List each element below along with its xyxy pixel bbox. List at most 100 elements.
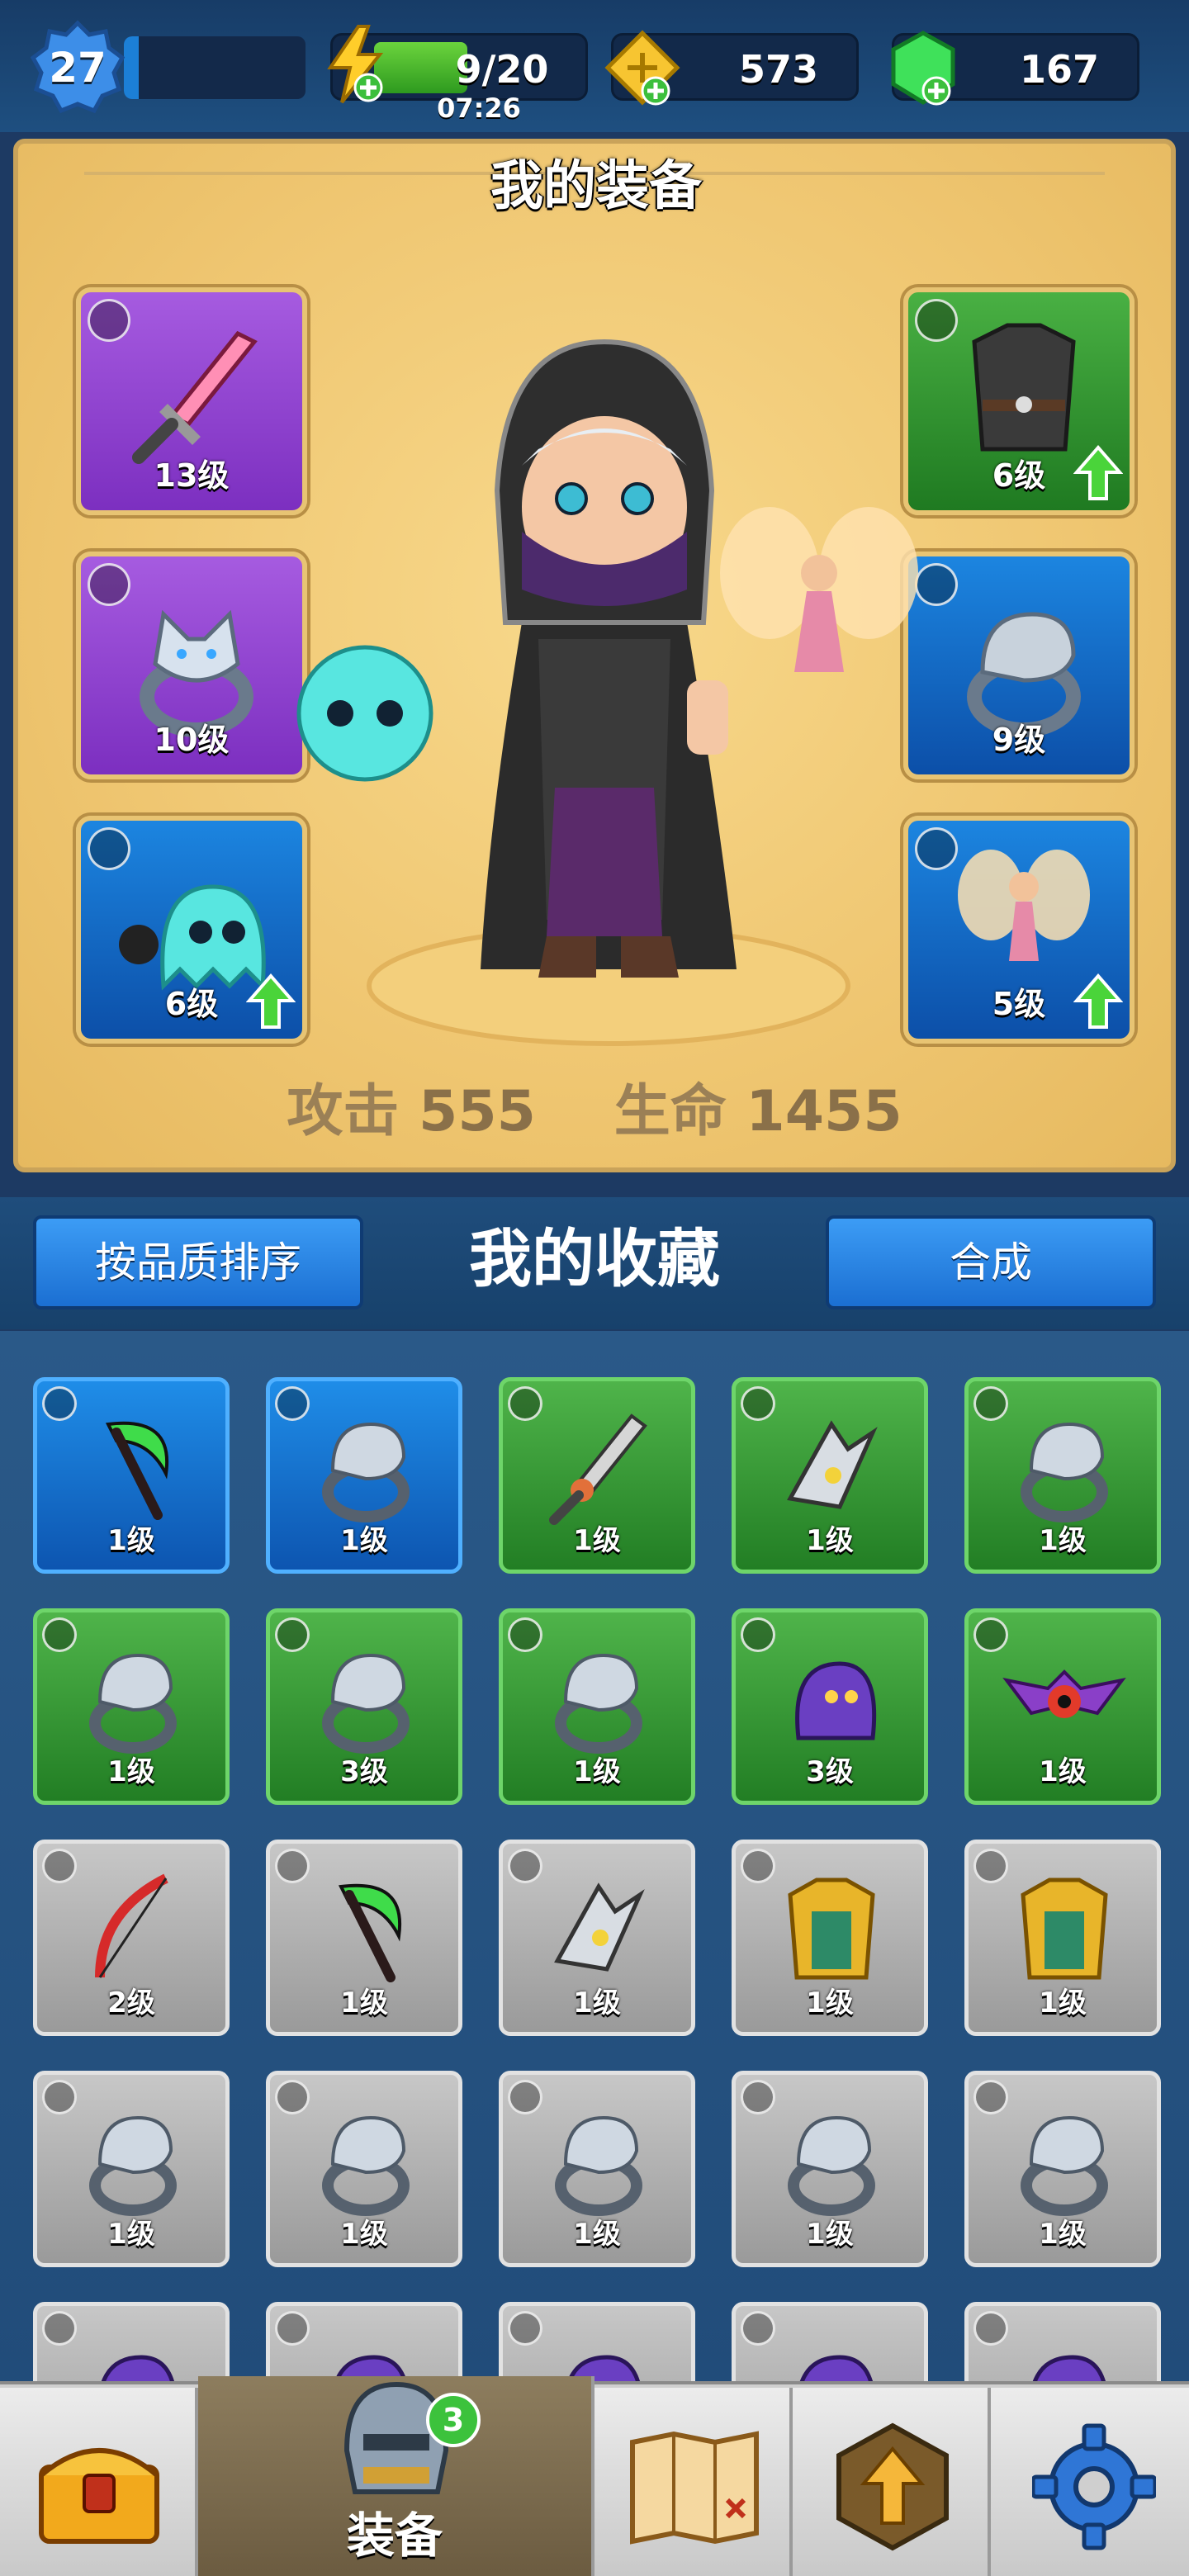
armor-icon (998, 1862, 1130, 1994)
collection-item[interactable]: 1级 (964, 2071, 1161, 2267)
collection-item[interactable] (266, 2302, 462, 2388)
attack-value: 555 (419, 1079, 536, 1144)
shuriken-icon (765, 1399, 898, 1532)
sword-icon (533, 1399, 665, 1532)
pet-icon (998, 2324, 1130, 2388)
ring-icon (533, 1631, 665, 1763)
slot-level: 9级 (992, 722, 1046, 758)
item-level: 1级 (340, 1524, 388, 1557)
nav-tab-map[interactable] (594, 2388, 793, 2576)
slot-weapon[interactable]: 13级 (76, 287, 307, 515)
equipment-title: 我的装备 (490, 156, 702, 217)
ring-icon (998, 2093, 1130, 2225)
collection-item[interactable]: 3级 (266, 1608, 462, 1805)
hp-value: 1455 (746, 1079, 902, 1144)
bow-icon (67, 1862, 199, 1994)
slot-level: 6级 (164, 986, 219, 1022)
item-level: 1级 (806, 2218, 854, 2251)
armor-icon (765, 1862, 898, 1994)
collection-item[interactable] (732, 2302, 928, 2388)
nav-tab-shop[interactable] (0, 2388, 198, 2576)
collection-item[interactable]: 2级 (33, 1840, 230, 2036)
collection-title: 我的收藏 (469, 1222, 720, 1295)
gold-value: 573 (738, 47, 819, 92)
collection-item[interactable]: 1级 (499, 1377, 695, 1574)
item-level: 1级 (1039, 1524, 1087, 1557)
collection-item[interactable]: 1级 (964, 1608, 1161, 1805)
player-level-badge[interactable]: 27 (28, 18, 127, 117)
slot-armor[interactable]: 6级 (903, 287, 1135, 515)
scythe-icon (300, 1862, 432, 1994)
nav-tab-talents[interactable] (793, 2388, 991, 2576)
hp-label: 生命 (613, 1079, 727, 1144)
bat-icon (998, 1631, 1130, 1763)
slot-pet-1[interactable]: 6级 (76, 816, 307, 1044)
item-level: 1级 (573, 1755, 621, 1788)
status-bar: 27 9/20 07:26 573 167 (0, 0, 1189, 132)
item-level: 1级 (573, 1986, 621, 2020)
pet-icon (765, 2324, 898, 2388)
collection-item[interactable] (964, 2302, 1161, 2388)
ring-icon (67, 1631, 199, 1763)
collection-item[interactable]: 1级 (964, 1377, 1161, 1574)
slot-level: 13级 (154, 457, 230, 494)
xp-bar (124, 36, 306, 99)
collection-item[interactable] (499, 2302, 695, 2388)
upgrade-hexagon-icon (836, 2422, 949, 2551)
collection-item[interactable]: 1级 (33, 1377, 230, 1574)
ring-icon (300, 1631, 432, 1763)
ring-icon (765, 2093, 898, 2225)
slot-level: 10级 (154, 722, 230, 758)
collection-item[interactable]: 1级 (732, 1840, 928, 2036)
collection-item[interactable] (33, 2302, 230, 2388)
collection-item[interactable]: 1级 (499, 1840, 695, 2036)
energy-bolt-icon (327, 25, 384, 104)
item-level: 1级 (107, 1755, 155, 1788)
collection-item[interactable]: 1级 (266, 1840, 462, 2036)
collection-item[interactable]: 1级 (499, 1608, 695, 1805)
gold-coin-icon (604, 30, 680, 106)
collection-item[interactable]: 1级 (499, 2071, 695, 2267)
gem-icon (891, 31, 955, 106)
ring-icon (300, 1399, 432, 1532)
equipment-badge: 3 (426, 2393, 481, 2447)
item-level: 1级 (1039, 1986, 1087, 2020)
scythe-icon (67, 1399, 199, 1532)
collection-item[interactable]: 1级 (33, 2071, 230, 2267)
collection-item[interactable]: 1级 (732, 1377, 928, 1574)
collection-item[interactable]: 1级 (33, 1608, 230, 1805)
collection-item[interactable]: 1级 (266, 1377, 462, 1574)
collection-item[interactable]: 1级 (964, 1840, 1161, 2036)
slot-ring-1[interactable]: 10级 (76, 552, 307, 779)
slot-level: 5级 (992, 986, 1046, 1022)
collection-item[interactable]: 3级 (732, 1608, 928, 1805)
ring-icon (300, 2093, 432, 2225)
item-level: 3级 (806, 1755, 854, 1788)
slot-level: 6级 (992, 457, 1046, 494)
collection-grid[interactable]: 1级 1级 1级 1级 1级 1级 3级 1级 3级 1级 2级 1级 1级 1级 1级 1级 1级 1级 1级 1级 (0, 1331, 1189, 2388)
collection-item[interactable]: 1级 (266, 2071, 462, 2267)
item-level: 3级 (340, 1755, 388, 1788)
treasure-chest-icon (39, 2448, 159, 2544)
sort-by-quality-button[interactable]: 按品质排序 (33, 1215, 363, 1309)
hero-preview[interactable] (274, 325, 935, 1052)
pet-icon (67, 2324, 199, 2388)
nav-tab-settings[interactable] (991, 2388, 1189, 2576)
nav-equipment-label: 装备 (346, 2507, 443, 2564)
slot-ring-2[interactable]: 9级 (903, 552, 1135, 779)
item-level: 1级 (806, 1524, 854, 1557)
gem-value: 167 (1019, 47, 1100, 92)
map-icon (630, 2431, 759, 2545)
bottom-nav: 3 装备 (0, 2376, 1189, 2576)
energy-timer: 07:26 (437, 92, 521, 124)
pet-icon (765, 1631, 898, 1763)
collection-header: 按品质排序 我的收藏 合成 (0, 1197, 1189, 1329)
item-level: 1级 (573, 1524, 621, 1557)
merge-button[interactable]: 合成 (826, 1215, 1156, 1309)
nav-tab-equipment[interactable]: 3 装备 (198, 2376, 594, 2576)
slot-pet-2[interactable]: 5级 (903, 816, 1135, 1044)
gear-icon (1032, 2423, 1156, 2550)
item-level: 2级 (107, 1986, 155, 2020)
collection-item[interactable]: 1级 (732, 2071, 928, 2267)
shuriken-icon (533, 1862, 665, 1994)
